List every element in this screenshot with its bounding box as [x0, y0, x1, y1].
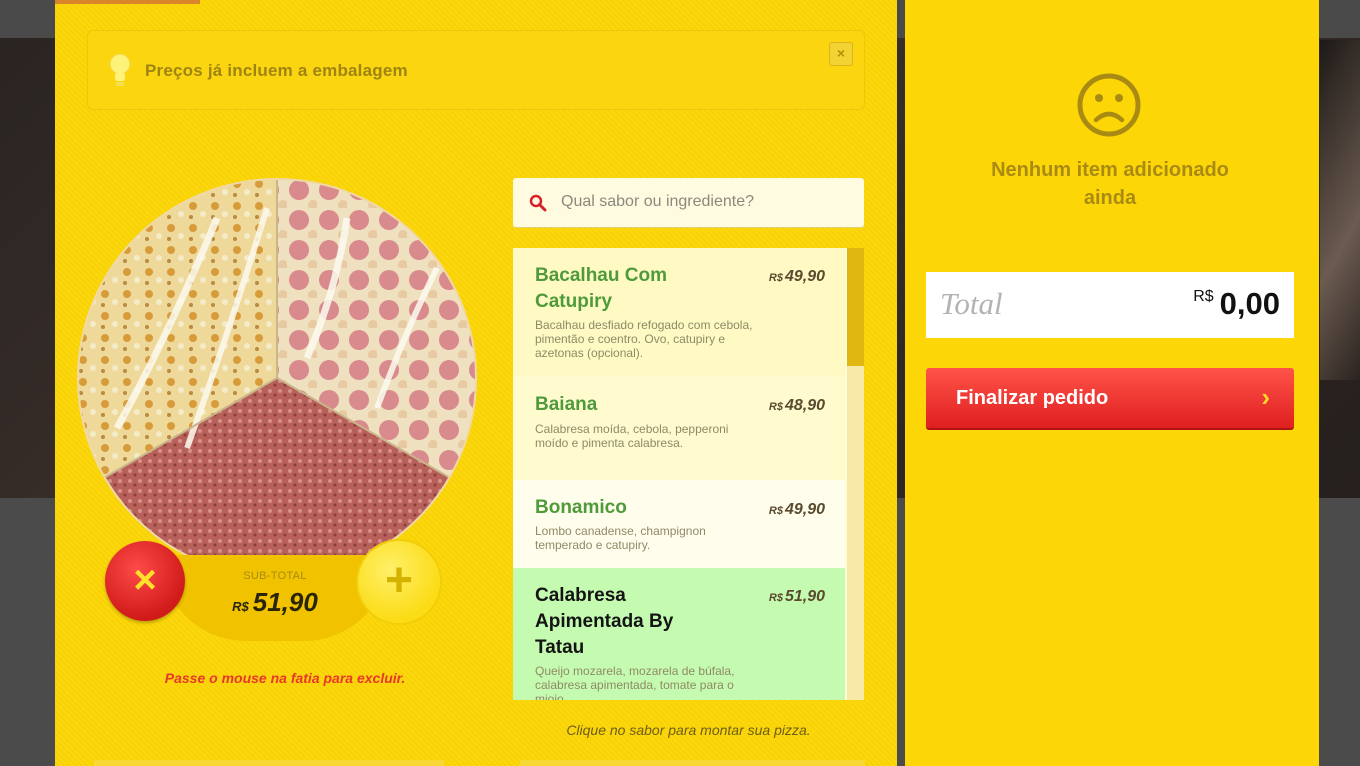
empty-cart-message: Nenhum item adicionado ainda — [991, 159, 1229, 209]
total-amount: 0,00 — [1219, 286, 1280, 321]
pizza-image — [77, 178, 477, 578]
flavor-price: R$ 51,90 — [768, 588, 825, 605]
close-icon: × — [133, 558, 157, 602]
search-placeholder: Qual sabor ou ingrediente? — [561, 193, 755, 210]
flavor-description: Queijo mozarela, mozarela de búfala, cal… — [535, 664, 735, 700]
search-icon — [529, 194, 547, 212]
packaging-notice: Preços já incluem a embalagem × — [87, 30, 865, 110]
cart-total: Total R$ 0,00 — [926, 272, 1294, 338]
subtotal-value: R$ 51,90 — [200, 587, 350, 618]
flavor-price: R$ 49,90 — [768, 268, 825, 285]
plus-icon: + — [384, 554, 414, 607]
lightbulb-icon — [109, 53, 131, 86]
flavor-item-bacalhau[interactable]: Bacalhau Com Catupiry R$ 49,90 Bacalhau d… — [513, 248, 845, 376]
flavor-item-bonamico[interactable]: Bonamico R$ 49,90 Lombo canadense, champi… — [513, 480, 845, 568]
subtotal-currency: R$ — [232, 599, 249, 614]
background-edge — [1320, 40, 1360, 380]
chevron-right-icon: › — [1261, 382, 1270, 412]
flavor-description: Bacalhau desfiado refogado com cebola, p… — [535, 318, 753, 360]
total-currency: R$ — [1193, 288, 1214, 305]
flavor-description: Lombo canadense, champignon temperado e … — [535, 524, 706, 552]
subtotal-label: SUB-TOTAL — [243, 570, 307, 582]
flavor-item-baiana[interactable]: Baiana R$ 48,90 Calabresa moída, cebola, … — [513, 376, 845, 480]
flavor-name: Calabresa Apimentada By Tatau — [535, 585, 674, 658]
active-tab-indicator — [55, 0, 200, 4]
total-label: Total — [940, 286, 1003, 321]
close-notice-button[interactable]: × — [829, 42, 853, 66]
pizza-preview — [77, 178, 477, 578]
bottom-edge-right — [520, 760, 865, 766]
flavor-price: R$ 48,90 — [768, 397, 825, 414]
notice-text: Preços já incluem a embalagem — [145, 61, 408, 80]
bottom-edge-left — [94, 760, 444, 766]
flavor-price: R$ 49,90 — [768, 501, 825, 518]
finish-order-label: Finalizar pedido — [956, 387, 1109, 409]
flavor-search-input[interactable]: Qual sabor ou ingrediente? — [513, 178, 864, 228]
sad-face-icon — [1077, 73, 1141, 137]
flavor-item-calabresa-apimentada[interactable]: Calabresa Apimentada By Tatau R$ 51,90 Qu… — [513, 568, 845, 700]
flavor-list: Bacalhau Com Catupiry R$ 49,90 Bacalhau d… — [513, 248, 864, 700]
total-value: R$ 0,00 — [1193, 286, 1280, 322]
remove-slice-hint: Passe o mouse na fatia para excluir. — [164, 670, 406, 686]
flavor-name: Bonamico — [535, 497, 627, 518]
flavor-name: Bacalhau Com Catupiry — [535, 265, 667, 312]
add-pizza-button[interactable]: + — [358, 541, 440, 623]
subtotal-amount: 51,90 — [252, 587, 318, 617]
flavor-list-hint: Clique no sabor para montar sua pizza. — [566, 722, 811, 738]
scrollbar-thumb[interactable] — [847, 248, 864, 366]
remove-slice-button[interactable]: × — [105, 541, 185, 621]
flavor-description: Calabresa moída, cebola, pepperoni moído… — [535, 422, 729, 450]
flavor-name: Baiana — [535, 394, 598, 415]
finish-order-button[interactable]: Finalizar pedido › — [926, 368, 1294, 428]
